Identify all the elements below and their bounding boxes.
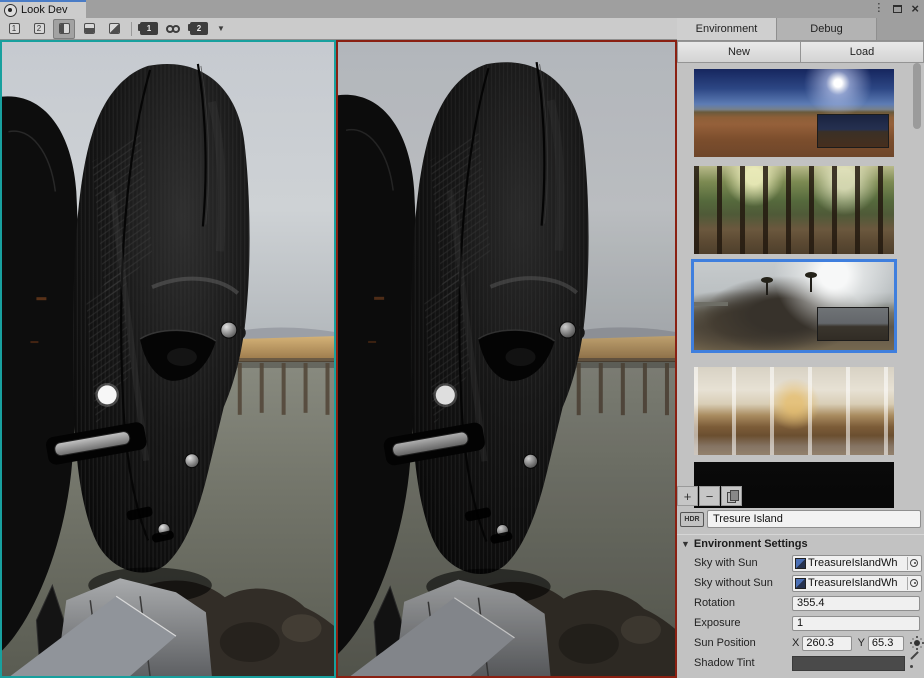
camera-dropdown-icon[interactable]: ▼	[213, 24, 229, 33]
remove-hdri-button[interactable]: −	[699, 486, 720, 506]
layout-split-horizontal-button[interactable]	[78, 19, 100, 39]
sun-position-picker-button[interactable]	[909, 635, 924, 651]
hdri-actions: New Load	[677, 41, 924, 63]
close-icon[interactable]: ×	[911, 2, 919, 15]
sun-x-field[interactable]: 260.3	[802, 636, 851, 651]
add-hdri-button[interactable]: +	[677, 486, 698, 506]
lookdev-toolbar: 1 2 1 2 ▼	[0, 18, 677, 40]
panel-tab-bar: Environment Debug	[677, 18, 924, 41]
hdri-thumbnail-church[interactable]	[694, 367, 894, 455]
row-shadow-tint: Shadow Tint	[677, 653, 924, 673]
toolbar-separator	[131, 22, 132, 36]
load-button[interactable]: Load	[801, 41, 924, 63]
foldout-arrow-icon: ▼	[681, 539, 690, 549]
row-exposure: Exposure 1	[677, 613, 924, 633]
camera-2-icon: 2	[190, 22, 208, 35]
duplicate-icon	[727, 490, 737, 502]
hdri-shadow-inset	[817, 114, 889, 148]
hdr-badge: HDR	[680, 512, 704, 527]
look-dev-eye-icon	[4, 4, 17, 17]
sun-icon	[914, 640, 920, 646]
hdri-scrollbar[interactable]	[911, 63, 923, 508]
environment-settings-foldout[interactable]: ▼ Environment Settings	[677, 534, 924, 553]
x-axis-label: X	[792, 637, 799, 649]
camera-2-button[interactable]: 2	[188, 19, 210, 39]
look-dev-window: Look Dev ⋮ × 1 2 1 2	[0, 0, 924, 678]
side-by-side-icon	[59, 23, 70, 34]
settings-header-label: Environment Settings	[694, 538, 808, 550]
object-picker-icon[interactable]	[907, 557, 921, 570]
add-icon: +	[684, 489, 692, 504]
duplicate-hdri-button[interactable]	[721, 486, 742, 506]
palm-tree	[766, 281, 768, 295]
hdri-thumbnail-treasure-island[interactable]	[691, 259, 897, 353]
single-1-icon: 1	[9, 23, 20, 34]
viewport-1[interactable]	[0, 40, 336, 678]
split-zone-icon	[109, 23, 120, 34]
lookdev-viewports	[0, 40, 677, 678]
tab-title: Look Dev	[21, 4, 67, 16]
hdr-name-field[interactable]: Tresure Island	[707, 510, 921, 528]
hdr-name-row: HDR Tresure Island	[677, 508, 924, 530]
object-picker-icon[interactable]	[907, 577, 921, 590]
viewport-2[interactable]	[336, 40, 677, 678]
layout-split-zone-button[interactable]	[103, 19, 125, 39]
exposure-field[interactable]: 1	[792, 616, 920, 631]
hdri-thumbnail-savanna[interactable]	[694, 69, 894, 157]
tab-environment[interactable]: Environment	[677, 18, 777, 40]
y-axis-label: Y	[858, 637, 865, 649]
window-tab-strip: Look Dev ⋮ ×	[0, 0, 924, 19]
row-sky-with-sun: Sky with Sun TreasureIslandWh	[677, 553, 924, 573]
sky-with-sun-field[interactable]: TreasureIslandWh	[792, 555, 922, 572]
tab-look-dev[interactable]: Look Dev	[0, 0, 86, 18]
render-view-2	[338, 42, 675, 676]
tab-debug[interactable]: Debug	[777, 18, 877, 40]
hdri-list: + −	[677, 63, 924, 508]
pier-detail	[694, 302, 728, 306]
single-2-icon: 2	[34, 23, 45, 34]
texture-icon	[795, 578, 806, 589]
environment-panel: Environment Debug New Load	[677, 18, 924, 678]
scrollbar-thumb[interactable]	[913, 63, 921, 129]
hdri-shadow-inset	[817, 307, 889, 341]
shadow-tint-swatch[interactable]	[792, 656, 905, 671]
maximize-icon[interactable]	[893, 5, 902, 13]
sky-without-sun-field[interactable]: TreasureIslandWh	[792, 575, 922, 592]
new-button[interactable]: New	[677, 41, 801, 63]
sun-y-field[interactable]: 65.3	[868, 636, 904, 651]
row-sky-without-sun: Sky without Sun TreasureIslandWh	[677, 573, 924, 593]
window-menu-icon[interactable]: ⋮	[873, 3, 884, 14]
texture-icon	[795, 558, 806, 569]
hdri-list-tools: + −	[677, 486, 743, 506]
hdri-thumbnail-forest[interactable]	[694, 166, 894, 254]
rotation-field[interactable]: 355.4	[792, 596, 920, 611]
layout-single-2-button[interactable]: 2	[28, 19, 50, 39]
camera-1-button[interactable]: 1	[138, 19, 160, 39]
link-icon	[166, 23, 182, 35]
remove-icon: −	[706, 489, 714, 504]
row-rotation: Rotation 355.4	[677, 593, 924, 613]
layout-single-1-button[interactable]: 1	[3, 19, 25, 39]
layout-side-by-side-button[interactable]	[53, 19, 75, 39]
row-sun-position: Sun Position X 260.3 Y 65.3	[677, 633, 924, 653]
camera-1-icon: 1	[140, 22, 158, 35]
palm-tree	[810, 276, 812, 292]
link-cameras-button[interactable]	[163, 19, 185, 39]
render-view-1	[2, 42, 334, 676]
split-horizontal-icon	[84, 23, 95, 34]
eyedropper-icon[interactable]	[908, 655, 924, 671]
